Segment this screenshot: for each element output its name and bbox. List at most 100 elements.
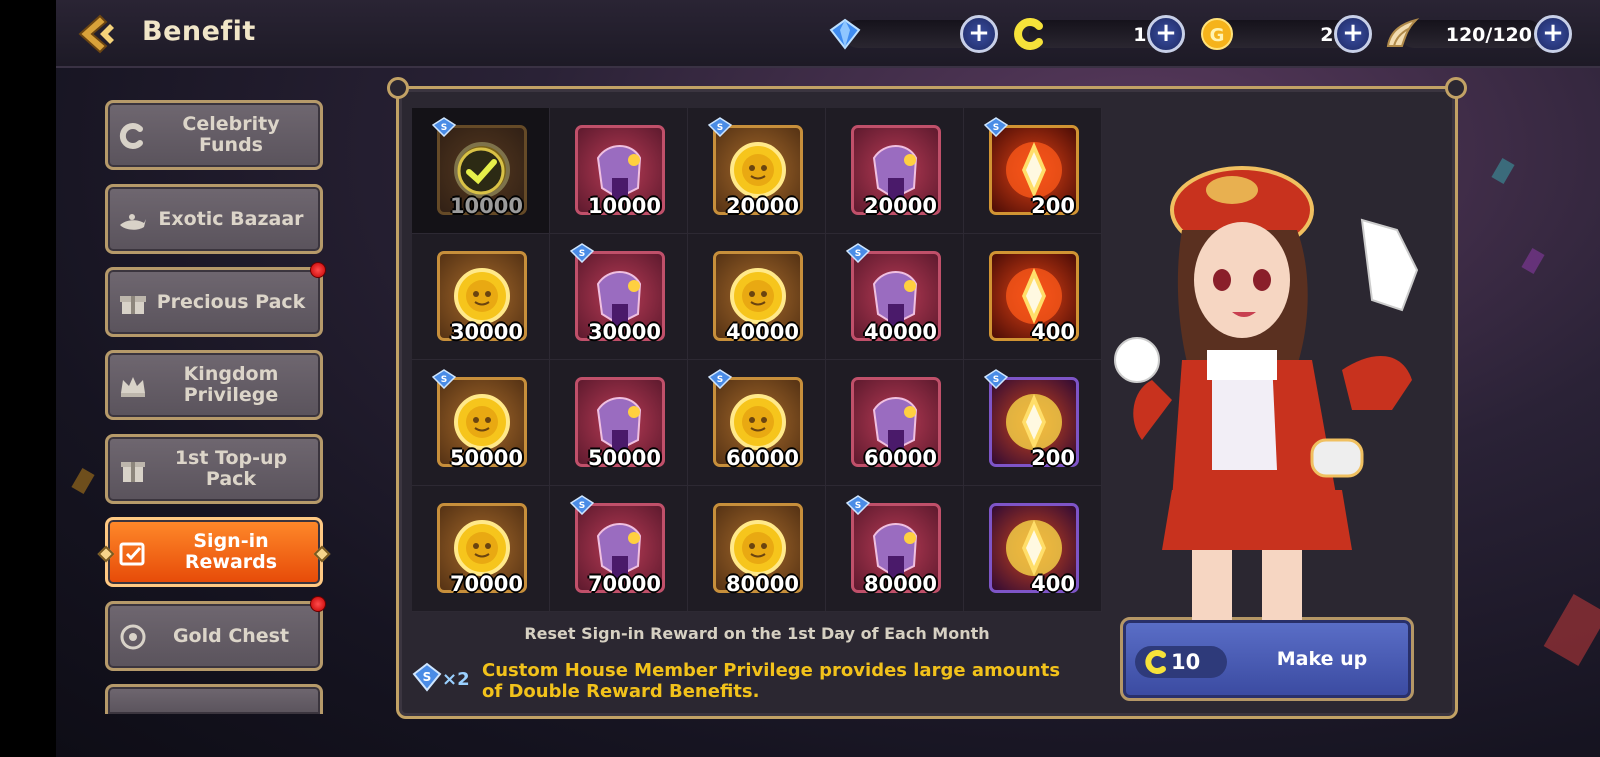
notification-dot	[310, 596, 326, 612]
sidebar-item-precious-pack[interactable]: Precious Pack	[105, 262, 326, 337]
sidebar-item-celebrity-funds[interactable]: Celebrity Funds	[105, 100, 323, 170]
claimed-check-icon	[457, 147, 505, 195]
sidebar-item-label: Celebrity Funds	[182, 113, 280, 156]
s-diamond-icon: S	[984, 117, 1008, 137]
reward-cell[interactable]: 40000	[688, 234, 826, 360]
reward-cell[interactable]: 70000	[412, 486, 550, 612]
back-arrow-icon	[78, 14, 114, 54]
reward-amount: 30000	[449, 320, 523, 344]
coupon-icon	[1014, 18, 1043, 50]
sidebar-item-label: Exotic Bazaar	[158, 207, 304, 230]
sidebar-item-exotic-bazaar[interactable]: Exotic Bazaar	[105, 184, 323, 254]
reward-cell[interactable]: 50000	[550, 360, 688, 486]
reward-amount: 400	[1031, 320, 1075, 344]
calendar-check-icon	[119, 542, 145, 566]
reward-cell[interactable]: S 200	[964, 360, 1102, 486]
sidebar-item-first-top-up-pack[interactable]: 1st Top-up Pack	[105, 434, 323, 504]
s-diamond-icon: S	[984, 369, 1008, 389]
reward-amount: 50000	[587, 446, 661, 470]
make-up-label: Make up	[1276, 648, 1368, 670]
s-diamond-icon: S	[708, 369, 732, 389]
reward-cell[interactable]: S 80000	[826, 486, 964, 612]
reward-amount: 30000	[587, 320, 661, 344]
panel-corner-ornament	[1445, 77, 1467, 99]
reward-cell[interactable]: S 40000	[826, 234, 964, 360]
resource-diamond: 0 +	[826, 14, 1016, 53]
crown-icon	[121, 377, 145, 397]
reward-amount: 10000	[449, 194, 523, 218]
reward-cell[interactable]: S 50000	[412, 360, 550, 486]
reward-cell[interactable]: S 70000	[550, 486, 688, 612]
s-diamond-icon: S	[432, 369, 456, 389]
reward-amount: 70000	[449, 572, 523, 596]
sidebar-item-label: Gold Chest	[172, 624, 290, 647]
svg-text:S: S	[579, 501, 585, 511]
sidebar-item-gold-chest[interactable]: Gold Chest	[105, 596, 326, 671]
confetti	[71, 467, 95, 495]
stamina-wing-icon	[1386, 18, 1420, 47]
svg-text:S: S	[579, 249, 585, 259]
reward-amount: 50000	[449, 446, 523, 470]
reward-amount: 80000	[863, 572, 937, 596]
reward-cell[interactable]: S 10000	[412, 108, 550, 234]
reward-amount: 70000	[587, 572, 661, 596]
chest-icon	[120, 624, 146, 650]
reward-amount: 80000	[725, 572, 799, 596]
reward-amount: 400	[1031, 572, 1075, 596]
sidebar-item-sign-in-rewards[interactable]: Sign-in Rewards	[97, 517, 331, 587]
reward-cell[interactable]: 30000	[412, 234, 550, 360]
s-diamond-icon: S	[570, 495, 594, 515]
sidebar-item-label: Precious Pack	[156, 290, 306, 313]
svg-text:S: S	[855, 249, 861, 259]
svg-text:S: S	[993, 123, 999, 133]
top-bar: Benefit 0 + 1B + G 2B + 120/120	[56, 0, 1600, 68]
reward-cell[interactable]: 400	[964, 234, 1102, 360]
resource-coupon: 1B +	[1011, 14, 1201, 53]
reward-cell[interactable]: S 20000	[688, 108, 826, 234]
multiplier-label: ×2	[442, 669, 470, 690]
add-diamond-button[interactable]: +	[960, 15, 998, 53]
s-diamond-icon: S	[570, 243, 594, 263]
back-button[interactable]	[74, 12, 120, 56]
svg-text:S: S	[441, 123, 447, 133]
reward-amount: 40000	[725, 320, 799, 344]
reward-amount: 200	[1031, 446, 1075, 470]
celebrity-c-icon	[119, 123, 143, 149]
s-diamond-icon: S	[846, 495, 870, 515]
reward-cell[interactable]: S 200	[964, 108, 1102, 234]
s-diamond-icon: S	[412, 662, 442, 692]
reward-cell[interactable]: 400	[964, 486, 1102, 612]
left-bezel	[0, 0, 56, 757]
notification-dot	[310, 262, 326, 278]
svg-text:S: S	[717, 123, 723, 133]
gold-coin-icon: G	[1201, 18, 1233, 50]
diamond-icon	[829, 18, 861, 50]
sidebar-item-kingdom-privilege[interactable]: Kingdom Privilege	[105, 350, 323, 420]
svg-text:G: G	[1210, 25, 1225, 46]
make-up-cost-value: 10	[1171, 650, 1201, 674]
make-up-button[interactable]: 10 Make up	[1120, 617, 1414, 701]
make-up-cost: 10	[1135, 646, 1227, 678]
add-gold-button[interactable]: +	[1334, 15, 1372, 53]
svg-text:S: S	[441, 375, 447, 385]
sidebar-item-partial[interactable]	[105, 684, 323, 714]
privilege-text: Custom House Member Privilege provides l…	[482, 660, 1061, 702]
reward-cell[interactable]: 20000	[826, 108, 964, 234]
reward-amount: 60000	[863, 446, 937, 470]
reward-cell[interactable]: 10000	[550, 108, 688, 234]
reward-cell[interactable]: S 30000	[550, 234, 688, 360]
add-stamina-button[interactable]: +	[1534, 15, 1572, 53]
s-diamond-icon: S	[708, 117, 732, 137]
reward-cell[interactable]: S 60000	[688, 360, 826, 486]
sidebar-item-label: Sign-in Rewards	[184, 530, 278, 573]
svg-text:S: S	[993, 375, 999, 385]
reward-amount: 20000	[725, 194, 799, 218]
s-diamond-icon: S	[846, 243, 870, 263]
reward-cell[interactable]: 60000	[826, 360, 964, 486]
svg-text:S: S	[717, 375, 723, 385]
reset-notice: Reset Sign-in Reward on the 1st Day of E…	[524, 624, 990, 643]
reward-cell[interactable]: 80000	[688, 486, 826, 612]
stamina-value: 120/120	[1445, 24, 1532, 46]
add-coupon-button[interactable]: +	[1147, 15, 1185, 53]
reward-grid: S 10000 10000 S 20000 20000 S 200 30000 S 30000 400…	[412, 108, 1102, 613]
